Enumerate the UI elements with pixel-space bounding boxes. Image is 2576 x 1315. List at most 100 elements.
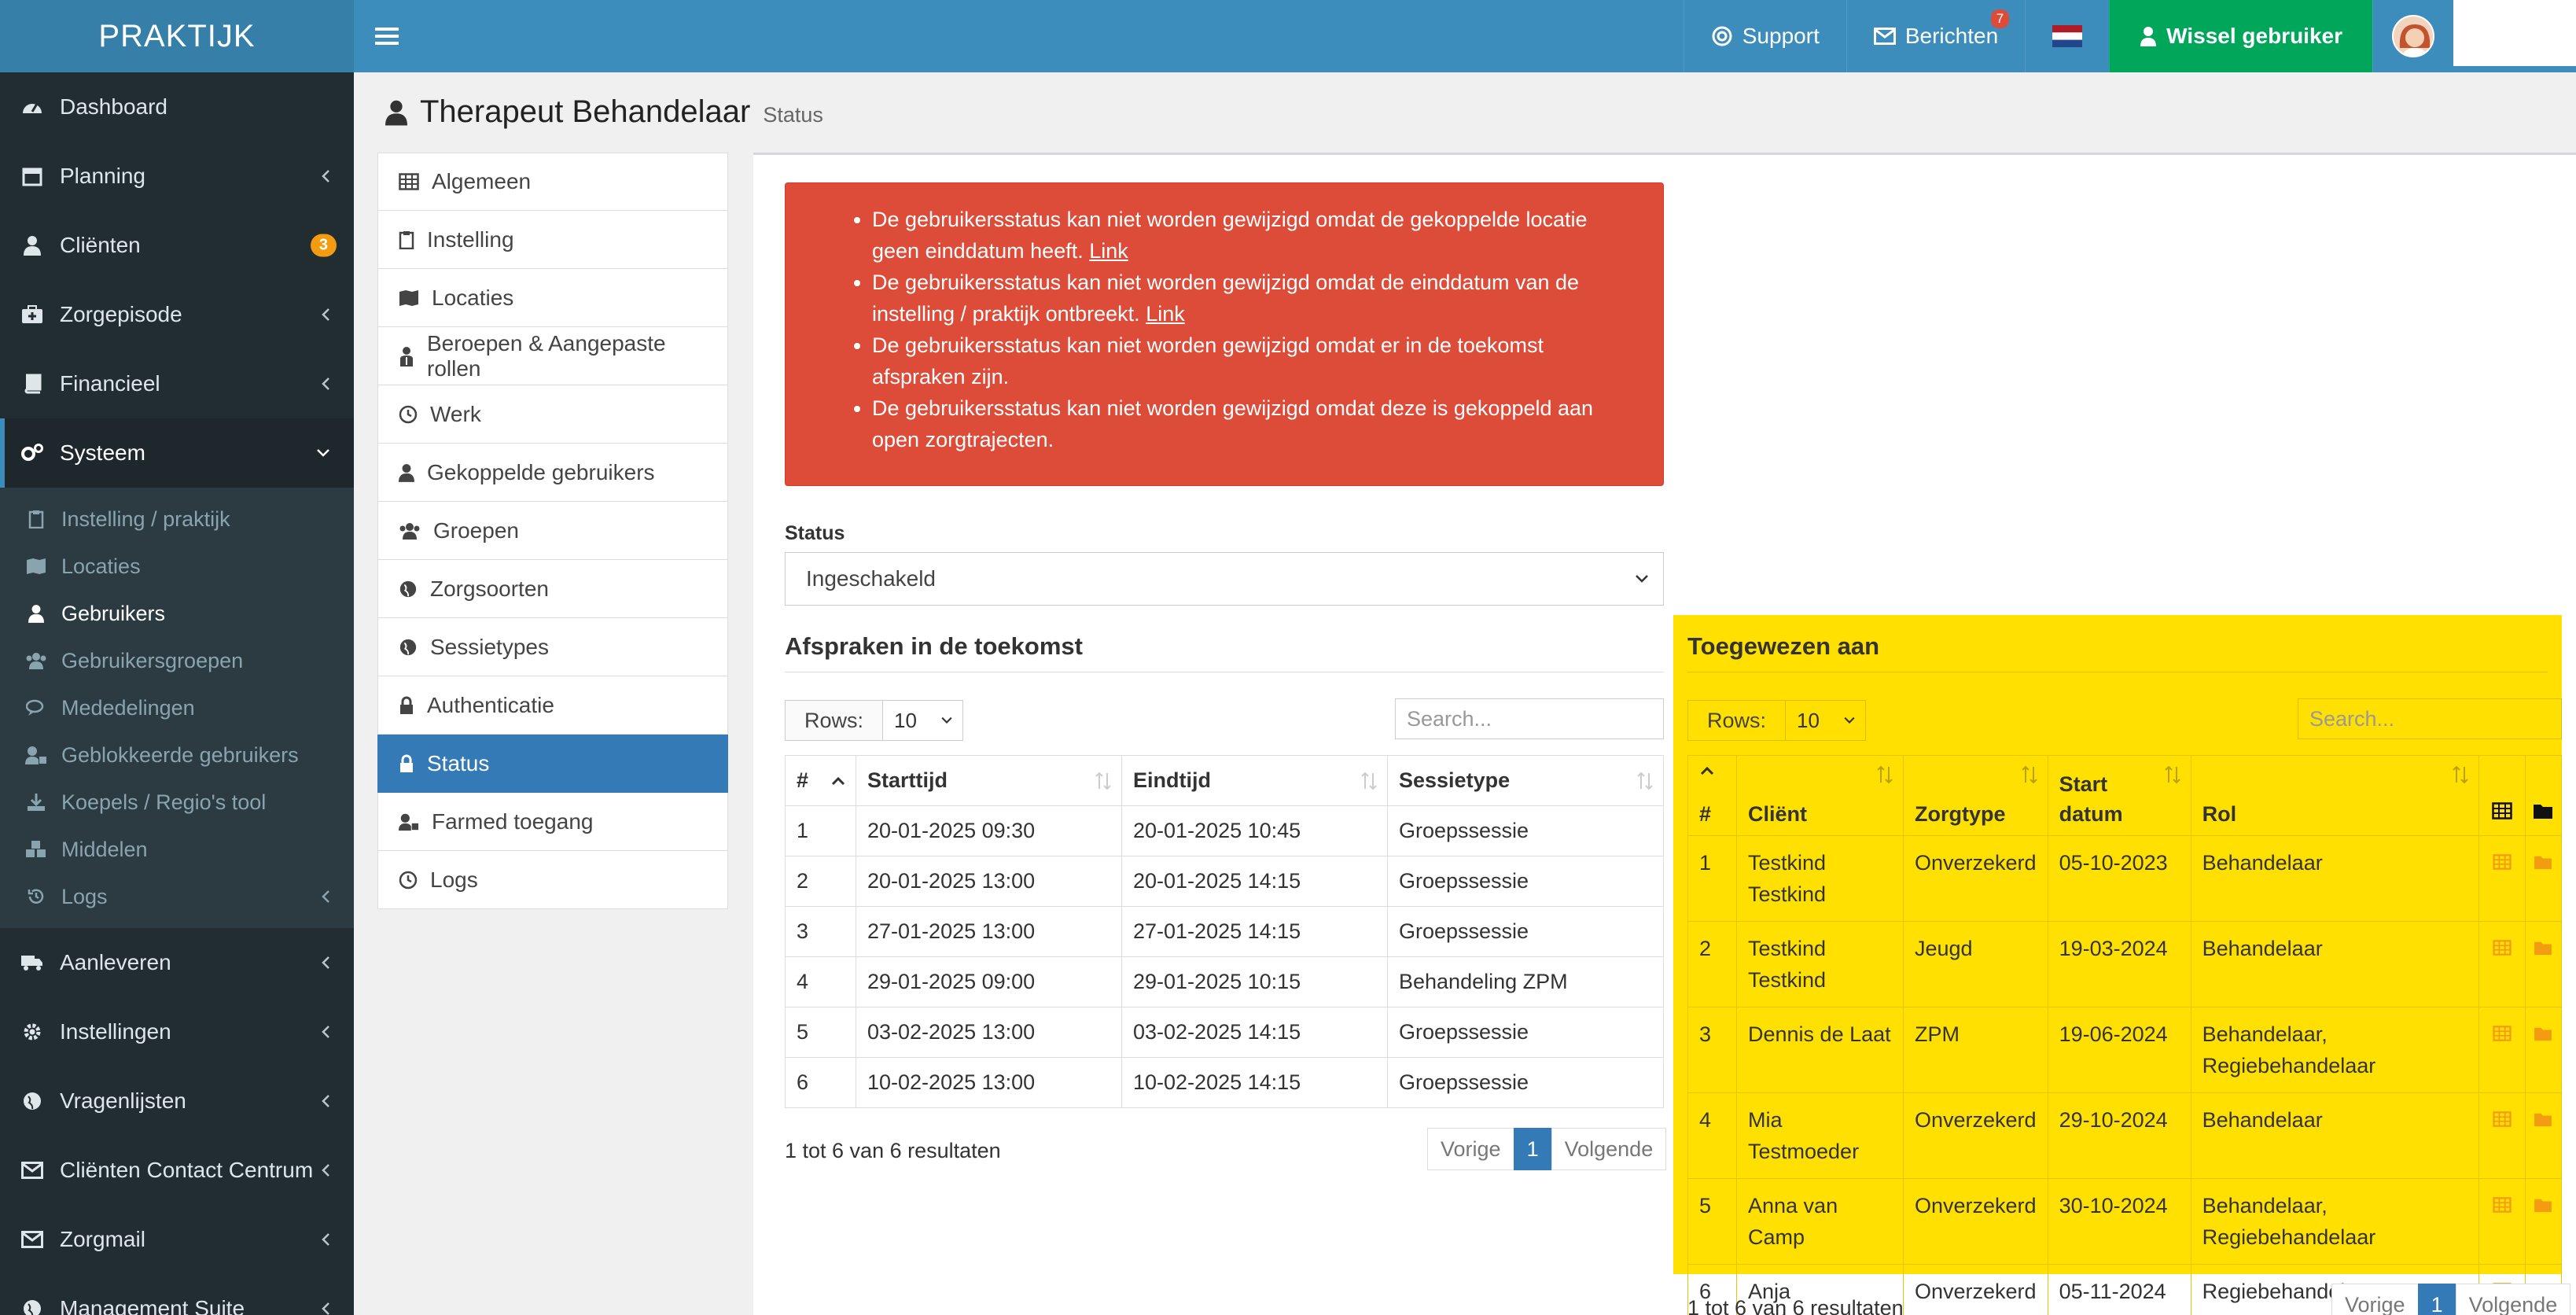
sidebar-subitem-koepels[interactable]: Koepels / Regio's tool <box>0 779 354 826</box>
alert-link[interactable]: Link <box>1089 239 1128 263</box>
user-md-icon <box>399 346 414 367</box>
chevron-left-icon <box>321 890 330 904</box>
col-header-startdatum[interactable]: Start datum <box>2047 755 2191 836</box>
sidebar-subitem-locaties[interactable]: Locaties <box>0 543 354 590</box>
pagination-prev[interactable]: Vorige <box>1427 1128 1514 1170</box>
menu-item-logs[interactable]: Logs <box>377 851 728 909</box>
sidebar-item-clients[interactable]: Cliënten 3 <box>0 211 354 280</box>
sidebar-subitem-geblokkeerde[interactable]: Geblokkeerde gebruikers <box>0 731 354 779</box>
cell-table-action <box>2478 1092 2526 1179</box>
pagination-next[interactable]: Volgende <box>1551 1128 1667 1170</box>
menu-item-algemeen[interactable]: Algemeen <box>377 153 728 211</box>
cell-table-action <box>2478 921 2526 1007</box>
sidebar-item-dashboard[interactable]: Dashboard <box>0 72 354 142</box>
assigned-rows-select[interactable]: 10 <box>1786 700 1867 741</box>
language-flag-nl[interactable] <box>2025 0 2109 72</box>
col-header-rol[interactable]: Rol <box>2190 755 2479 836</box>
menu-toggle-icon[interactable] <box>368 19 406 53</box>
sidebar-item-planning[interactable]: Planning <box>0 142 354 211</box>
cogs-icon <box>20 443 44 463</box>
folder-icon[interactable] <box>2534 1197 2552 1213</box>
table-icon[interactable] <box>2492 1026 2512 1041</box>
alert-link[interactable]: Link <box>1146 302 1185 326</box>
cell-client: Anna van Camp <box>1736 1178 1904 1265</box>
table-icon[interactable] <box>2492 1197 2512 1213</box>
menu-item-gekoppelde-gebruikers[interactable]: Gekoppelde gebruikers <box>377 444 728 502</box>
col-header-starttijd[interactable]: Starttijd <box>856 755 1122 806</box>
appointments-table: # Starttijd Eindtijd Sessietype 1 20-01-2… <box>785 755 1664 1108</box>
col-header-client[interactable]: Cliënt <box>1736 755 1904 836</box>
folder-icon[interactable] <box>2534 1026 2552 1041</box>
folder-icon[interactable] <box>2534 940 2552 956</box>
messages-link[interactable]: Berichten 7 <box>1846 0 2025 72</box>
menu-item-sessietypes[interactable]: Sessietypes <box>377 618 728 676</box>
sidebar-item-zorgmail[interactable]: Zorgmail <box>0 1205 354 1274</box>
sort-icon <box>1095 772 1112 790</box>
menu-item-beroepen[interactable]: Beroepen & Aangepaste rollen <box>377 327 728 385</box>
sidebar-subitem-middelen[interactable]: Middelen <box>0 826 354 873</box>
sidebar-item-aanleveren[interactable]: Aanleveren <box>0 928 354 997</box>
menu-item-authenticatie[interactable]: Authenticatie <box>377 676 728 735</box>
appointments-search-input[interactable] <box>1395 698 1664 739</box>
status-select-value: Ingeschakeld <box>806 566 937 591</box>
sidebar-item-contact-centrum[interactable]: Cliënten Contact Centrum <box>0 1136 354 1205</box>
table-header-row: # Starttijd Eindtijd Sessietype <box>785 755 1664 806</box>
cell-number: 3 <box>1687 1007 1737 1093</box>
sidebar-item-zorgepisode[interactable]: Zorgepisode <box>0 280 354 349</box>
sidebar-subitem-instelling[interactable]: Instelling / praktijk <box>0 495 354 543</box>
menu-item-farmed-toegang[interactable]: Farmed toegang <box>377 793 728 851</box>
pagination-next[interactable]: Volgende <box>2455 1284 2571 1315</box>
sidebar-subitem-gebruikersgroepen[interactable]: Gebruikersgroepen <box>0 637 354 684</box>
envelope-icon <box>20 1231 44 1248</box>
sidebar-item-systeem[interactable]: Systeem <box>0 418 354 488</box>
menu-item-label: Farmed toegang <box>432 809 594 834</box>
pagination-page[interactable]: 1 <box>1513 1128 1552 1170</box>
sidebar-subitem-gebruikers[interactable]: Gebruikers <box>0 590 354 637</box>
table-icon[interactable] <box>2492 940 2512 956</box>
col-header-zorgtype[interactable]: Zorgtype <box>1903 755 2048 836</box>
sidebar-item-vragenlijsten[interactable]: Vragenlijsten <box>0 1066 354 1136</box>
table-row: 4 Mia Testmoeder Onverzekerd 29-10-2024 … <box>1687 1092 2563 1179</box>
sidebar-subitem-label: Gebruikers <box>61 601 166 625</box>
cell-zorgtype: Onverzekerd <box>1903 1178 2048 1265</box>
pagination-page[interactable]: 1 <box>2417 1284 2456 1315</box>
sidebar-item-label: Financieel <box>60 371 160 396</box>
messages-label: Berichten <box>1904 24 1999 48</box>
switch-user-button[interactable]: Wissel gebruiker <box>2109 0 2372 72</box>
chevron-left-icon <box>321 1025 330 1039</box>
cell-eindtijd: 29-01-2025 10:15 <box>1121 956 1388 1007</box>
gear-icon <box>20 1022 44 1042</box>
menu-item-locaties[interactable]: Locaties <box>377 269 728 327</box>
menu-item-werk[interactable]: Werk <box>377 385 728 444</box>
app-logo[interactable]: PRAKTIJK <box>0 0 354 72</box>
col-header-number[interactable]: # <box>785 755 856 806</box>
menu-item-groepen[interactable]: Groepen <box>377 502 728 560</box>
sidebar-subitem-mededelingen[interactable]: Mededelingen <box>0 684 354 731</box>
folder-icon[interactable] <box>2534 854 2552 870</box>
col-header-sessietype[interactable]: Sessietype <box>1387 755 1664 806</box>
sidebar-item-label: Management Suite <box>60 1296 245 1315</box>
clock-icon <box>399 871 418 890</box>
sidebar-item-management-suite[interactable]: Management Suite <box>0 1274 354 1315</box>
rol-line: Behandelaar, <box>2202 1194 2328 1217</box>
folder-icon[interactable] <box>2534 1111 2552 1127</box>
menu-item-zorgsoorten[interactable]: Zorgsoorten <box>377 560 728 618</box>
sidebar-item-financieel[interactable]: Financieel <box>0 349 354 418</box>
status-select[interactable]: Ingeschakeld <box>785 552 1664 606</box>
table-icon[interactable] <box>2492 1111 2512 1127</box>
col-header-number[interactable]: # <box>1687 755 1737 836</box>
sidebar-item-instellingen[interactable]: Instellingen <box>0 997 354 1066</box>
menu-item-instelling[interactable]: Instelling <box>377 211 728 269</box>
assigned-search-input[interactable] <box>2298 698 2562 739</box>
cell-folder-action <box>2524 1178 2563 1265</box>
col-header-eindtijd[interactable]: Eindtijd <box>1121 755 1388 806</box>
appointments-rows-select[interactable]: 10 <box>883 700 964 741</box>
col-header-table-icon <box>2478 755 2526 836</box>
cell-eindtijd: 27-01-2025 14:15 <box>1121 906 1388 957</box>
user-menu[interactable] <box>2372 0 2453 72</box>
table-icon[interactable] <box>2492 854 2512 870</box>
sidebar-subitem-logs[interactable]: Logs <box>0 873 354 920</box>
support-link[interactable]: Support <box>1683 0 1846 72</box>
menu-item-status[interactable]: Status <box>377 735 728 793</box>
pagination-prev[interactable]: Vorige <box>2331 1284 2419 1315</box>
